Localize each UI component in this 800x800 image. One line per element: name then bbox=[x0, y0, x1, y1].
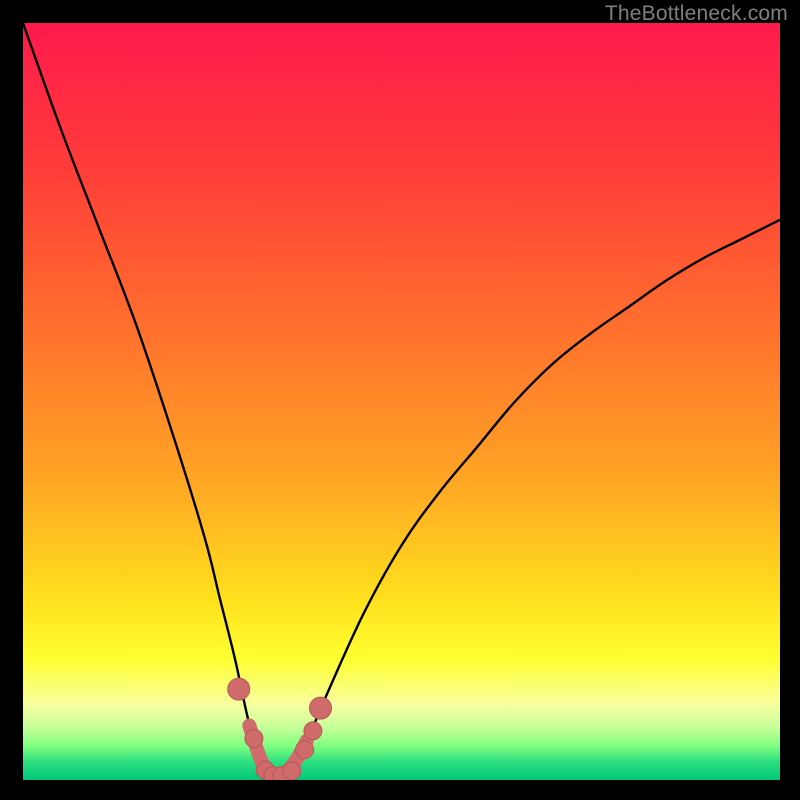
watermark-text: TheBottleneck.com bbox=[605, 2, 788, 26]
plot-area bbox=[23, 23, 780, 780]
outer-frame: TheBottleneck.com bbox=[0, 0, 800, 800]
